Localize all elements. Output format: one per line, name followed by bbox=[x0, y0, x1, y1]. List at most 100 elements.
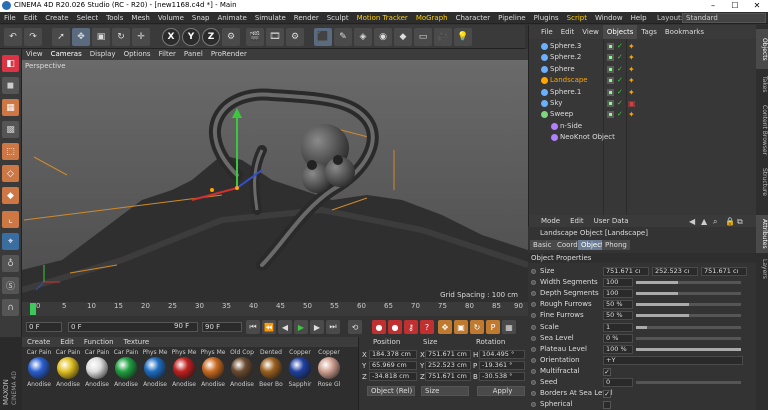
animate-dot-icon[interactable] bbox=[531, 291, 536, 297]
attribute-slider[interactable] bbox=[636, 292, 741, 296]
coordinate-system-icon[interactable]: ⚙ bbox=[222, 28, 240, 46]
enabled-checkmark-icon[interactable]: ✓ bbox=[617, 43, 624, 50]
render-view-icon[interactable]: 🎬 bbox=[246, 28, 264, 46]
subdivision-icon[interactable]: ◈ bbox=[354, 28, 372, 46]
object-row[interactable]: Sphere ▪ ✓ ✦ bbox=[529, 64, 757, 75]
side-tab-layers[interactable]: Layers bbox=[756, 257, 768, 281]
minimize-icon[interactable]: – bbox=[702, 0, 724, 12]
menu-animate[interactable]: Animate bbox=[214, 12, 251, 24]
scale-tool-icon[interactable]: ▣ bbox=[92, 28, 110, 46]
menu-window[interactable]: Window bbox=[591, 12, 627, 24]
attribute-slider[interactable] bbox=[636, 336, 741, 340]
transform-tool-icon[interactable]: ✛ bbox=[132, 28, 150, 46]
size-field[interactable]: 252.523 cı bbox=[652, 267, 698, 276]
animate-dot-icon[interactable] bbox=[531, 402, 536, 408]
material-menu-create[interactable]: Create bbox=[22, 337, 56, 348]
apply-button[interactable]: Apply bbox=[477, 386, 525, 396]
polygons-mode-icon[interactable]: ◆ bbox=[2, 187, 19, 204]
attr-menu-user-data[interactable]: User Data bbox=[589, 215, 634, 227]
viewport-menu-options[interactable]: Options bbox=[120, 49, 155, 60]
position-z-field[interactable]: -34.818 cm bbox=[369, 372, 417, 381]
points-mode-icon[interactable]: ⬚ bbox=[2, 143, 19, 160]
size-field[interactable]: 751.671 cı bbox=[701, 267, 747, 276]
nav-back-icon[interactable]: ◀ bbox=[689, 217, 695, 226]
attribute-value-field[interactable]: 1 bbox=[603, 322, 633, 332]
go-to-start-icon[interactable]: ⏮ bbox=[246, 320, 260, 334]
rotation-p-field[interactable]: -19.361 ° bbox=[479, 361, 525, 370]
maximize-icon[interactable]: ☐ bbox=[724, 0, 746, 12]
animate-dot-icon[interactable] bbox=[531, 313, 536, 319]
nav-up-icon[interactable]: ▲ bbox=[701, 217, 707, 226]
rotate-tool-icon[interactable]: ↻ bbox=[112, 28, 130, 46]
obj-menu-edit[interactable]: Edit bbox=[557, 25, 579, 39]
animate-dot-icon[interactable] bbox=[531, 302, 536, 308]
material-swatch[interactable]: Copper Rose Gl bbox=[316, 349, 342, 409]
make-editable-icon[interactable]: ◧ bbox=[2, 55, 19, 72]
loop-icon[interactable]: ⟲ bbox=[348, 320, 362, 334]
menu-tools[interactable]: Tools bbox=[102, 12, 127, 24]
workplane-icon[interactable]: ▩ bbox=[2, 121, 19, 138]
object-row[interactable]: n-Side bbox=[529, 121, 757, 132]
attribute-slider[interactable] bbox=[636, 281, 741, 285]
viewport-menu-cameras[interactable]: Cameras bbox=[47, 49, 86, 60]
coord-mode-dropdown[interactable]: Object (Rel) bbox=[367, 386, 415, 396]
size-z-field[interactable]: 751.671 cm bbox=[425, 372, 471, 381]
material-menu-edit[interactable]: Edit bbox=[55, 337, 79, 347]
side-tab-objects[interactable]: Objects bbox=[756, 29, 768, 69]
attribute-value-field[interactable]: +Y bbox=[603, 355, 743, 365]
obj-menu-bookmarks[interactable]: Bookmarks bbox=[661, 25, 708, 39]
size-y-field[interactable]: 252.523 cm bbox=[425, 361, 471, 370]
phong-tag-icon[interactable]: ✦ bbox=[628, 110, 637, 119]
animate-dot-icon[interactable] bbox=[531, 346, 536, 352]
model-mode-icon[interactable]: ◼ bbox=[2, 77, 19, 94]
attribute-value-field[interactable]: 50 % bbox=[603, 311, 633, 321]
record-rotate-icon[interactable]: ↻ bbox=[470, 320, 484, 334]
record-scale-icon[interactable]: ▣ bbox=[454, 320, 468, 334]
record-param-icon[interactable]: P bbox=[486, 320, 500, 334]
texture-mode-icon[interactable]: ▦ bbox=[2, 99, 19, 116]
attribute-checkbox[interactable]: ✓ bbox=[603, 367, 611, 376]
redo-icon[interactable]: ↷ bbox=[24, 28, 42, 46]
axis-mode-icon[interactable]: ⌞ bbox=[2, 211, 19, 228]
render-settings-icon[interactable]: ⚙ bbox=[286, 28, 304, 46]
attr-tab-phong[interactable]: Phong bbox=[602, 240, 630, 250]
record-active-icon[interactable]: ● bbox=[372, 320, 386, 334]
attribute-value-field[interactable]: 100 bbox=[603, 289, 633, 299]
position-y-field[interactable]: 65.969 cm bbox=[369, 361, 417, 370]
animate-dot-icon[interactable] bbox=[531, 391, 536, 397]
record-position-icon[interactable]: ? bbox=[420, 320, 434, 334]
menu-help[interactable]: Help bbox=[627, 12, 651, 24]
render-picture-viewer-icon[interactable]: 🎞 bbox=[266, 28, 284, 46]
cube-icon[interactable]: ⬛ bbox=[314, 28, 332, 46]
animate-dot-icon[interactable] bbox=[531, 324, 536, 330]
material-swatch[interactable]: Dented Beer Bo bbox=[258, 349, 284, 409]
visibility-toggle[interactable]: ▪ bbox=[607, 100, 614, 107]
go-to-end-icon[interactable]: ⏭ bbox=[326, 320, 340, 334]
visibility-toggle[interactable]: ▪ bbox=[607, 54, 614, 62]
workplane-lock-icon[interactable]: Ⓢ bbox=[2, 277, 19, 294]
visibility-toggle[interactable]: ▪ bbox=[607, 111, 614, 119]
material-menu-texture[interactable]: Texture bbox=[119, 337, 155, 347]
side-tab-takes[interactable]: Takes bbox=[756, 73, 768, 95]
y-axis-button[interactable]: Y bbox=[182, 28, 200, 46]
material-swatch[interactable]: Phys Me Anodise bbox=[142, 349, 168, 409]
menu-mograph[interactable]: MoGraph bbox=[412, 12, 452, 24]
record-move-icon[interactable]: ✥ bbox=[438, 320, 452, 334]
timeline-ruler[interactable]: 0 5 10 15 20 25 30 35 40 45 50 55 60 65 … bbox=[22, 302, 528, 316]
x-axis-button[interactable]: X bbox=[162, 28, 180, 46]
viewport-menu-display[interactable]: Display bbox=[86, 49, 120, 60]
enabled-checkmark-icon[interactable]: ✓ bbox=[617, 88, 624, 96]
menu-render[interactable]: Render bbox=[290, 12, 323, 24]
attribute-value-field[interactable]: 100 bbox=[603, 278, 633, 288]
attribute-slider[interactable] bbox=[636, 314, 741, 318]
3d-viewport[interactable]: Perspective Grid Spacing : 100 cm bbox=[22, 60, 528, 302]
visibility-toggle[interactable]: ▪ bbox=[607, 65, 614, 73]
menu-edit[interactable]: Edit bbox=[20, 12, 42, 24]
material-swatch[interactable]: Phys Me Anodise bbox=[200, 349, 226, 409]
animate-dot-icon[interactable] bbox=[531, 280, 536, 286]
sky-tag-icon[interactable]: ▣ bbox=[628, 99, 637, 108]
enabled-checkmark-icon[interactable]: ✓ bbox=[617, 111, 624, 118]
side-tab-content-browser[interactable]: Content Browser bbox=[756, 99, 768, 161]
floor-icon[interactable]: ▭ bbox=[414, 28, 432, 46]
animate-dot-icon[interactable] bbox=[531, 380, 536, 385]
